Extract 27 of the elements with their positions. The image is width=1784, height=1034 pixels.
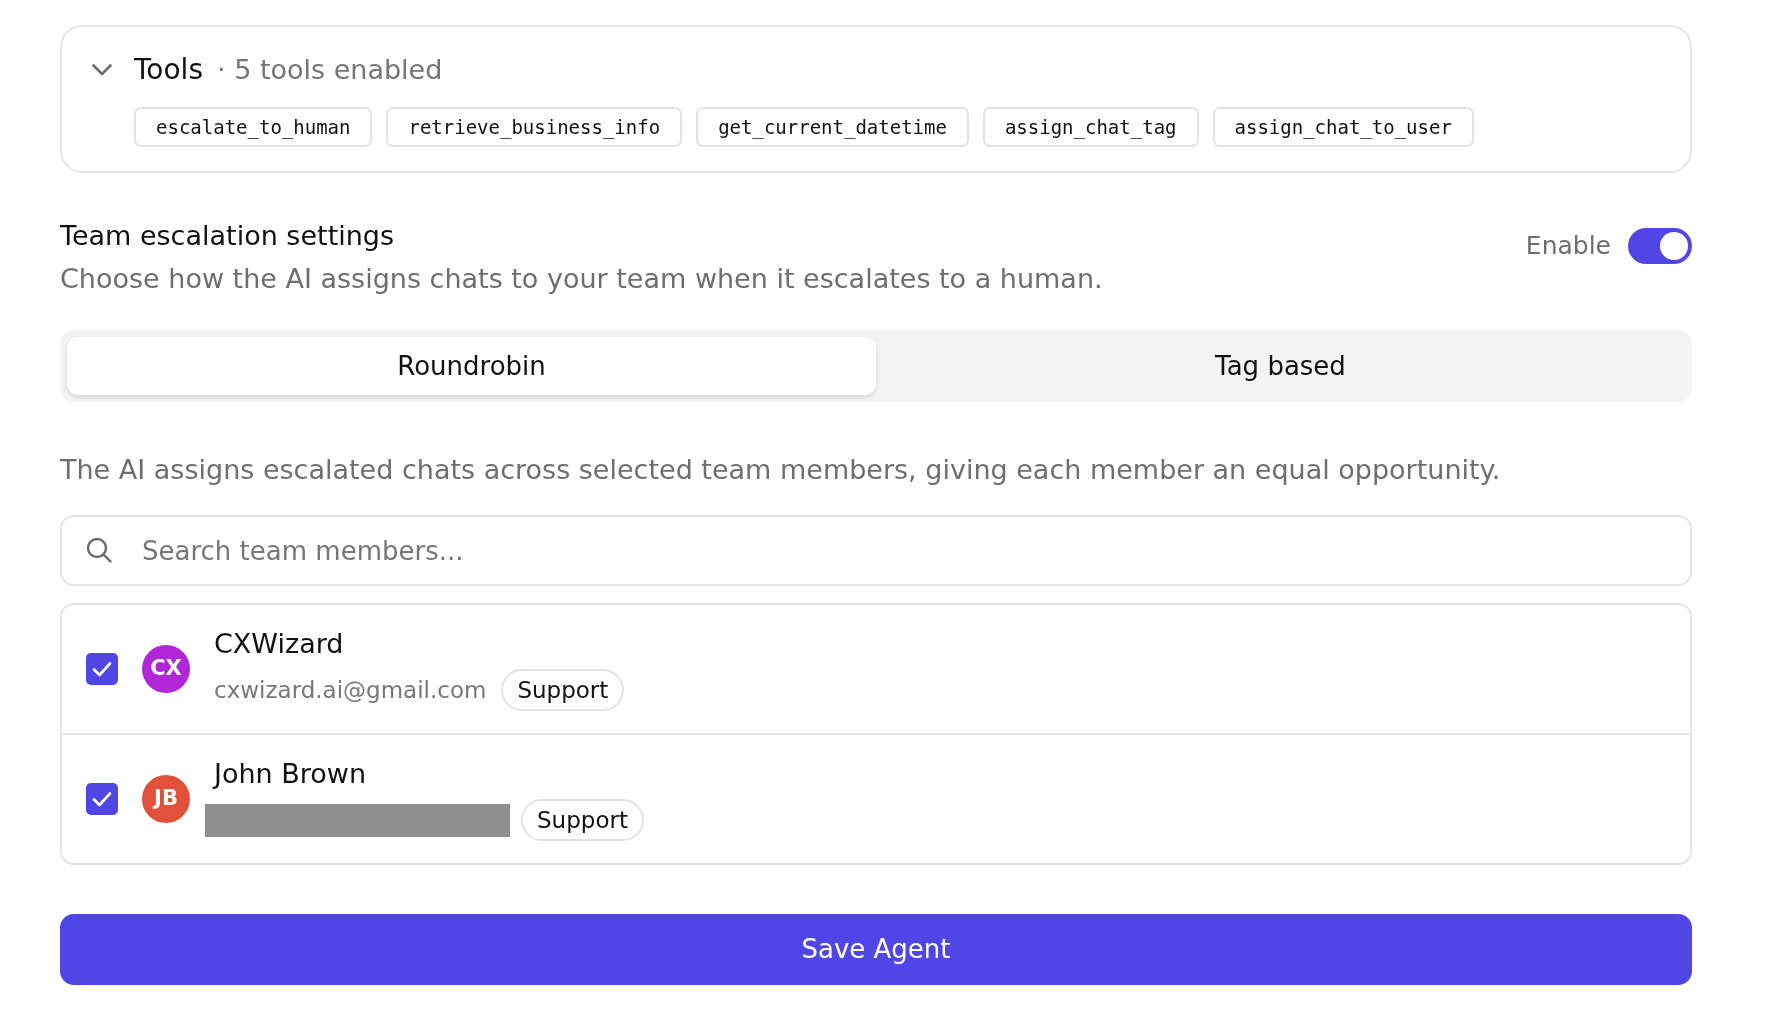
role-tag: Support	[501, 669, 625, 711]
section-title: Tools	[134, 52, 203, 88]
member-name: John Brown	[214, 757, 368, 791]
section-title: Team escalation settings	[60, 219, 396, 253]
member-email: cxwizard.ai@gmail.com	[214, 676, 487, 705]
role-tag: Support	[521, 799, 644, 841]
avatar: JB	[142, 774, 190, 823]
tool-tag: get_current_datetime	[696, 107, 969, 147]
mode-tab[interactable]: Roundrobin	[67, 337, 876, 395]
mode-tab[interactable]: Tag based	[876, 337, 1685, 395]
checkbox[interactable]	[86, 652, 118, 685]
section-description: Choose how the AI assigns chats to your team when it escalates to a human.	[60, 262, 1103, 296]
checkbox[interactable]	[86, 782, 118, 815]
tool-tag: assign_chat_to_user	[1212, 107, 1474, 147]
tools-count: · 5 tools enabled	[217, 53, 443, 87]
toggle-label: Enable	[1525, 230, 1611, 262]
tool-tag: retrieve_business_info	[386, 107, 683, 147]
avatar: CX	[142, 644, 190, 693]
member-name: CXWizard	[214, 627, 345, 661]
mode-description: The AI assigns escalated chats across selected team members, giving each member an equal opportunity.	[60, 453, 1502, 487]
search-field[interactable]: Search team members...	[60, 515, 1692, 586]
chevron-icon[interactable]	[92, 64, 112, 76]
tool-tag: escalate_to_human	[134, 107, 373, 147]
search-icon	[86, 537, 112, 563]
save-button[interactable]: Save Agent	[60, 914, 1692, 985]
tool-tag: assign_chat_tag	[982, 107, 1199, 147]
toggle-switch[interactable]	[1628, 228, 1692, 264]
